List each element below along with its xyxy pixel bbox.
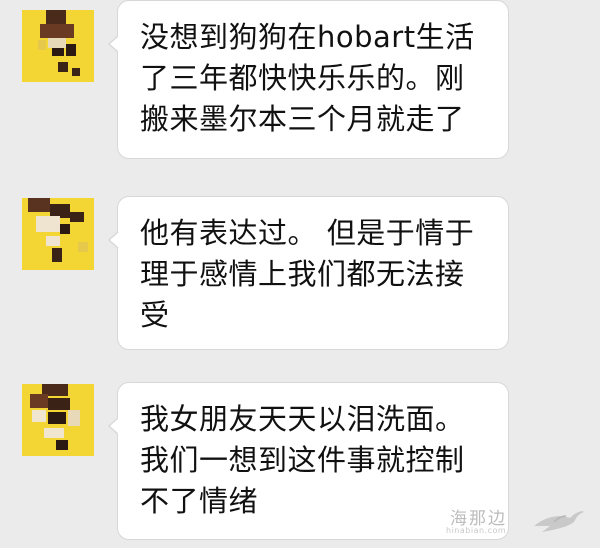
contact-avatar[interactable] — [22, 384, 94, 456]
pixelated-avatar-icon — [22, 10, 94, 82]
chat-window: 没想到狗狗在hobart生活 了三年都快快乐乐的。刚 搬来墨尔本三个月就走了 他… — [0, 0, 600, 548]
watermark-subtext: hinabian.com — [446, 526, 507, 535]
message-bubble[interactable]: 他有表达过。 但是于情于 理于感情上我们都无法接 受 — [108, 196, 509, 350]
contact-avatar[interactable] — [22, 198, 94, 270]
contact-avatar[interactable] — [22, 10, 94, 82]
pixelated-avatar-icon — [22, 384, 94, 456]
message-bubble[interactable]: 没想到狗狗在hobart生活 了三年都快快乐乐的。刚 搬来墨尔本三个月就走了 — [108, 0, 509, 159]
bird-logo-icon — [534, 511, 584, 532]
pixelated-avatar-icon — [22, 198, 94, 270]
watermark: 海那边 hinabian.com — [446, 504, 586, 538]
